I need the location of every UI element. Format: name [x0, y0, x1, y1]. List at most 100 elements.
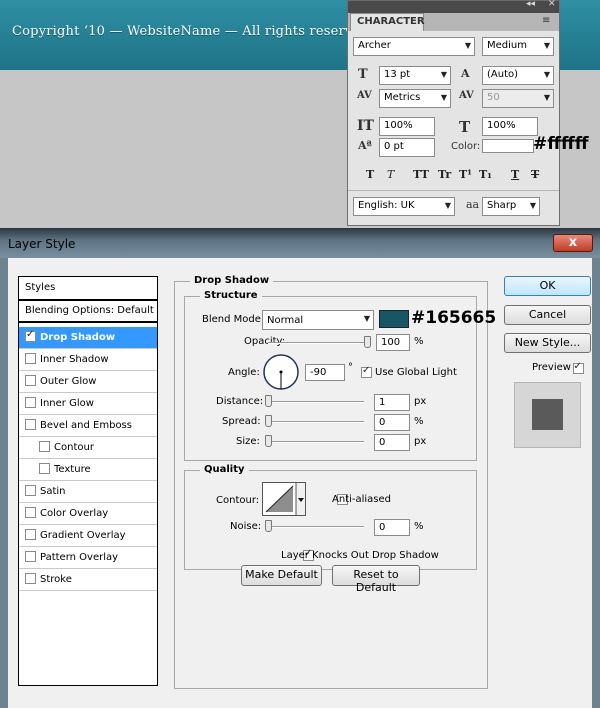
style-checkbox[interactable] [39, 463, 50, 474]
dialog-title: Layer Style [8, 237, 76, 251]
use-global-light-checkbox[interactable] [361, 365, 372, 378]
font-size-select[interactable]: 13 pt [379, 66, 451, 85]
antialias-icon: aa [466, 198, 480, 211]
opacity-slider-thumb[interactable] [364, 336, 371, 348]
style-item-label: Inner Glow [40, 398, 94, 409]
size-field[interactable]: 0 [374, 434, 410, 451]
style-checkbox[interactable] [25, 375, 36, 386]
noise-slider-thumb[interactable] [265, 520, 272, 532]
knocks-out-label: Layer Knocks Out Drop Shadow [281, 550, 439, 561]
distance-field[interactable]: 1 [374, 394, 410, 411]
style-checkbox[interactable] [25, 329, 36, 342]
style-item-outer-glow[interactable]: Outer Glow [19, 371, 157, 393]
opacity-field[interactable]: 100 [376, 334, 410, 351]
style-item-contour[interactable]: Contour [19, 437, 157, 459]
color-annotation-white: #ffffff [533, 134, 589, 154]
opacity-unit: % [414, 336, 424, 347]
faux-italic-button[interactable]: T [387, 168, 394, 181]
quality-title: Quality [200, 464, 249, 475]
noise-slider[interactable] [268, 526, 364, 528]
style-item-label: Contour [54, 442, 94, 453]
spread-slider-thumb[interactable] [265, 415, 272, 427]
style-checkbox[interactable] [25, 573, 36, 584]
character-panel: ◂◂ ✕ ≡ CHARACTER Archer Medium T 13 pt A… [347, 0, 560, 226]
preview-label: Preview [532, 362, 571, 373]
size-slider[interactable] [268, 441, 364, 443]
leading-select[interactable]: (Auto) [482, 66, 554, 85]
shadow-color-swatch[interactable] [379, 310, 409, 328]
style-item-stroke[interactable]: Stroke [19, 569, 157, 591]
angle-dial[interactable] [262, 353, 300, 391]
close-button[interactable]: x [553, 234, 593, 252]
distance-slider-thumb[interactable] [265, 395, 272, 407]
font-family-select[interactable]: Archer [353, 37, 475, 56]
layer-style-dialog: Layer Style x Styles Blending Options: D… [0, 228, 600, 708]
kerning-select[interactable]: Metrics [379, 89, 451, 108]
new-style-button[interactable]: New Style... [504, 333, 591, 353]
horizontal-scale-field[interactable]: 100% [482, 117, 538, 136]
language-select[interactable]: English: UK [353, 197, 455, 216]
style-item-label: Drop Shadow [40, 332, 116, 343]
style-item-label: Color Overlay [40, 508, 109, 519]
style-item-label: Outer Glow [40, 376, 97, 387]
close-panel-icon[interactable]: ✕ [548, 0, 556, 9]
style-checkbox[interactable] [25, 529, 36, 540]
style-checkbox[interactable] [25, 419, 36, 430]
tracking-select[interactable]: 50 [482, 89, 554, 108]
style-item-gradient-overlay[interactable]: Gradient Overlay [19, 525, 157, 547]
superscript-button[interactable]: T¹ [459, 168, 472, 181]
text-color-swatch[interactable] [482, 139, 534, 153]
style-checkbox[interactable] [25, 507, 36, 518]
preview-checkbox[interactable] [572, 361, 584, 374]
baseline-shift-icon: Aª [358, 139, 372, 152]
style-item-texture[interactable]: Texture [19, 459, 157, 481]
small-caps-button[interactable]: Tr [438, 168, 451, 181]
contour-picker[interactable] [262, 482, 306, 516]
blend-mode-select[interactable]: Normal [262, 310, 374, 330]
style-item-drop-shadow[interactable]: Drop Shadow [19, 327, 157, 349]
blending-options-item[interactable]: Blending Options: Default [19, 301, 157, 323]
ok-button[interactable]: OK [504, 276, 591, 296]
style-checkbox[interactable] [39, 441, 50, 452]
noise-field[interactable]: 0 [374, 519, 410, 536]
style-item-inner-shadow[interactable]: Inner Shadow [19, 349, 157, 371]
reset-default-button[interactable]: Reset to Default [332, 565, 420, 594]
underline-button[interactable]: T [511, 168, 519, 181]
vertical-scale-field[interactable]: 100% [379, 117, 435, 136]
size-slider-thumb[interactable] [265, 435, 272, 447]
style-item-color-overlay[interactable]: Color Overlay [19, 503, 157, 525]
style-item-pattern-overlay[interactable]: Pattern Overlay [19, 547, 157, 569]
style-checkbox[interactable] [25, 551, 36, 562]
cancel-button[interactable]: Cancel [504, 305, 591, 325]
vertical-scale-icon: IT [357, 118, 374, 134]
spread-field[interactable]: 0 [374, 414, 410, 431]
style-item-label: Gradient Overlay [40, 530, 126, 541]
subscript-button[interactable]: T₁ [479, 168, 492, 181]
style-item-inner-glow[interactable]: Inner Glow [19, 393, 157, 415]
angle-unit: ° [348, 362, 353, 373]
style-checkbox[interactable] [25, 485, 36, 496]
antialias-select[interactable]: Sharp [482, 197, 540, 216]
styles-header[interactable]: Styles [19, 277, 157, 301]
opacity-slider[interactable] [268, 342, 368, 344]
strikethrough-button[interactable]: T [531, 168, 539, 181]
noise-label: Noise: [230, 521, 262, 532]
all-caps-button[interactable]: TT [413, 168, 429, 181]
spread-slider[interactable] [268, 421, 364, 423]
angle-field[interactable]: -90 [305, 364, 345, 381]
distance-slider[interactable] [268, 401, 364, 403]
faux-bold-button[interactable]: T [366, 168, 374, 181]
style-item-bevel-and-emboss[interactable]: Bevel and Emboss [19, 415, 157, 437]
tab-character[interactable]: CHARACTER [350, 13, 425, 31]
dialog-titlebar[interactable]: Layer Style x [0, 228, 600, 258]
make-default-button[interactable]: Make Default [241, 565, 322, 586]
panel-menu-icon[interactable]: ≡ [542, 15, 550, 26]
style-item-satin[interactable]: Satin [19, 481, 157, 503]
style-checkbox[interactable] [25, 397, 36, 408]
style-checkbox[interactable] [25, 353, 36, 364]
color-label: Color: [451, 141, 481, 152]
contour-label: Contour: [216, 495, 260, 506]
font-style-select[interactable]: Medium [482, 37, 554, 56]
baseline-shift-field[interactable]: 0 pt [379, 138, 435, 157]
collapse-icon[interactable]: ◂◂ [526, 0, 535, 9]
